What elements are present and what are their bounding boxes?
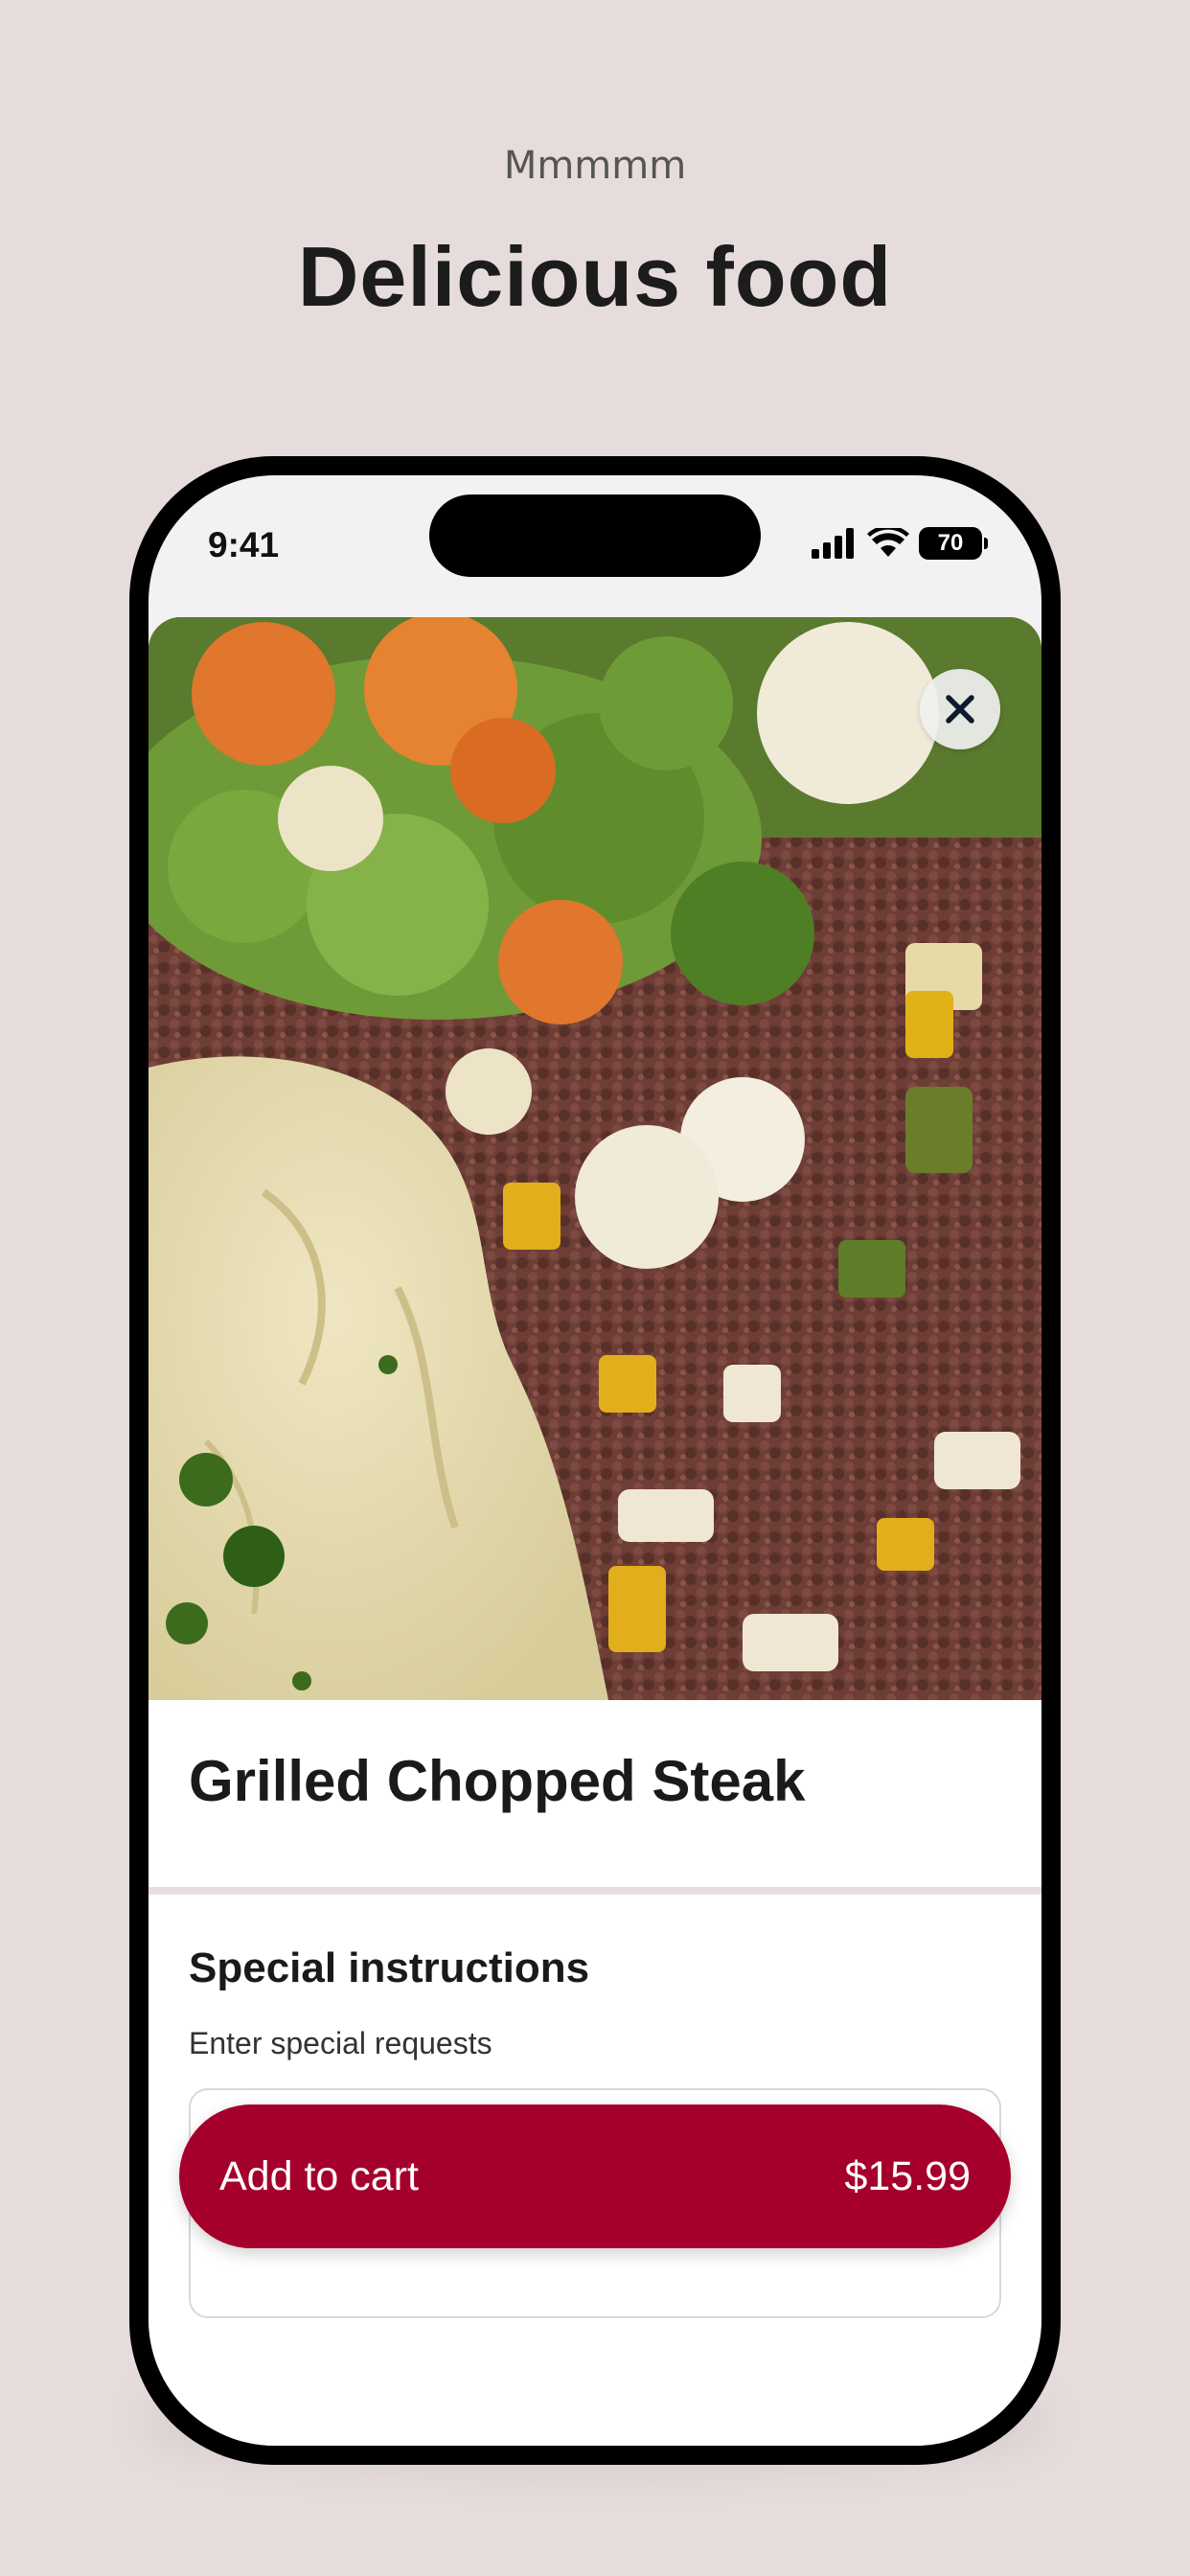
wifi-icon (867, 528, 909, 557)
phone-screen: 9:41 70 Grilled Chopped Steak Special in… (149, 475, 1041, 2446)
phone-frame: 9:41 70 Grilled Chopped Steak Special in… (129, 456, 1061, 2465)
special-instructions-subtitle: Enter special requests (189, 2026, 492, 2060)
status-time: 9:41 (208, 525, 280, 564)
battery-icon: 70 (919, 527, 988, 560)
special-instructions-title: Special instructions (189, 1944, 590, 1991)
eyebrow-text: Mmmmm (503, 144, 687, 188)
add-to-cart-label: Add to cart (219, 2152, 419, 2199)
close-button[interactable] (920, 669, 1000, 749)
section-divider (149, 1887, 1041, 1895)
close-icon (946, 695, 974, 724)
cart-price: $15.99 (844, 2152, 971, 2199)
headline: Delicious food (297, 229, 893, 324)
status-icons: 70 (812, 527, 988, 560)
page: Mmmmm Delicious food 9:41 70 Grilled Cho… (0, 0, 1190, 2576)
item-title: Grilled Chopped Steak (189, 1749, 806, 1813)
add-to-cart-button[interactable]: Add to cart $15.99 (179, 2104, 1011, 2248)
dynamic-island (429, 494, 761, 577)
food-photo (149, 617, 1041, 1700)
food-photo-illustration (149, 617, 1041, 1700)
signal-icon (812, 528, 854, 559)
status-bar: 9:41 70 (149, 475, 1041, 619)
